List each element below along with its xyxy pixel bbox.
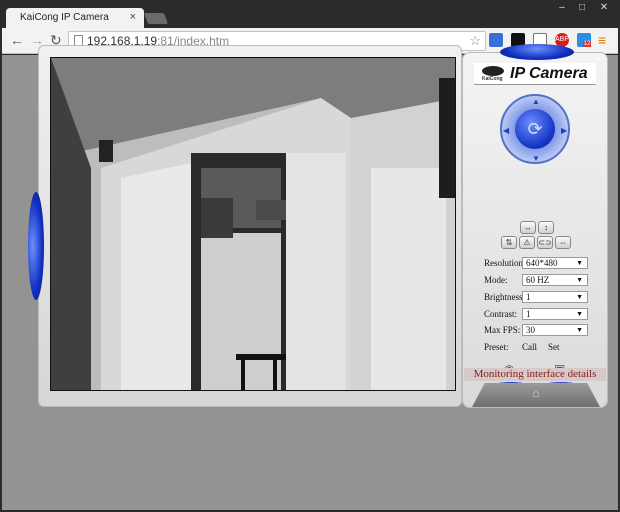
ir-icon[interactable]: ⊂⊃ xyxy=(537,236,553,249)
chevron-down-icon: ▼ xyxy=(576,326,583,334)
resolution-label: Resolution: xyxy=(484,258,526,268)
video-viewer-frame xyxy=(38,45,462,407)
brightness-select[interactable]: 1 ▼ xyxy=(522,291,588,303)
camera-video-feed xyxy=(50,57,456,391)
minimize-button[interactable]: – xyxy=(552,0,572,16)
kaicong-logo-icon xyxy=(482,66,504,76)
menu-icon[interactable]: ≡ xyxy=(598,32,606,48)
bookmark-star-icon[interactable]: ☆ xyxy=(469,33,481,49)
preset-call-label: Call xyxy=(522,342,537,352)
top-panel-toggle[interactable] xyxy=(500,44,574,60)
maximize-button[interactable]: □ xyxy=(572,0,592,16)
ptz-center-button[interactable]: ⟳ xyxy=(515,109,555,149)
chevron-down-icon: ▼ xyxy=(576,276,583,284)
io-icon[interactable]: ⇔ xyxy=(555,236,571,249)
camera-image xyxy=(51,58,455,390)
brand-title: IP Camera xyxy=(510,65,588,82)
browser-window: KaiCong IP Camera × – □ ✕ ← → ↻ 192.168.… xyxy=(0,0,620,512)
ptz-up-arrow-icon[interactable]: ▲ xyxy=(532,97,540,106)
folder-extension-icon[interactable] xyxy=(489,33,503,47)
new-tab-button[interactable] xyxy=(143,13,169,24)
flip-icon[interactable]: ⇅ xyxy=(501,236,517,249)
tab-kaicong[interactable]: KaiCong IP Camera × xyxy=(6,8,144,28)
brightness-label: Brightness: xyxy=(484,292,526,302)
max-fps-select[interactable]: 30 ▼ xyxy=(522,324,588,336)
back-arrow-icon[interactable]: ← xyxy=(10,32,24,48)
chevron-down-icon: ▼ xyxy=(576,293,583,301)
badge-extension-icon[interactable]: 12 xyxy=(577,33,592,47)
mode-select[interactable]: 60 HZ ▼ xyxy=(522,274,588,286)
title-bar: KaiCong IP Camera × – □ ✕ xyxy=(0,0,620,28)
mirror-icon[interactable]: ⚠ xyxy=(519,236,535,249)
home-icon[interactable]: ⌂ xyxy=(528,386,544,404)
ptz-right-arrow-icon[interactable]: ▶ xyxy=(561,126,567,135)
brand-header: KaiCong IP Camera xyxy=(474,63,596,85)
horizontal-patrol-icon[interactable]: ↔ xyxy=(520,221,536,234)
mode-label: Mode: xyxy=(484,275,508,285)
brand-small-text: KaiCong xyxy=(482,76,503,82)
contrast-label: Contrast: xyxy=(484,309,517,319)
resolution-select[interactable]: 640*480 ▼ xyxy=(522,257,588,269)
left-panel-toggle[interactable] xyxy=(28,192,44,300)
chevron-down-icon: ▼ xyxy=(576,310,583,318)
close-button[interactable]: ✕ xyxy=(592,0,616,16)
tab-title: KaiCong IP Camera xyxy=(20,12,109,23)
max-fps-label: Max FPS: xyxy=(484,325,521,335)
contrast-select[interactable]: 1 ▼ xyxy=(522,308,588,320)
monitoring-details-link[interactable]: Monitoring interface details xyxy=(464,368,606,381)
vertical-patrol-icon[interactable]: ↕ xyxy=(538,221,554,234)
preset-set-label: Set xyxy=(548,342,560,352)
chevron-down-icon: ▼ xyxy=(576,259,583,267)
preset-label: Preset: xyxy=(484,342,509,352)
tab-close-icon[interactable]: × xyxy=(130,11,136,23)
ptz-down-arrow-icon[interactable]: ▼ xyxy=(532,154,540,163)
ptz-left-arrow-icon[interactable]: ◀ xyxy=(503,126,509,135)
